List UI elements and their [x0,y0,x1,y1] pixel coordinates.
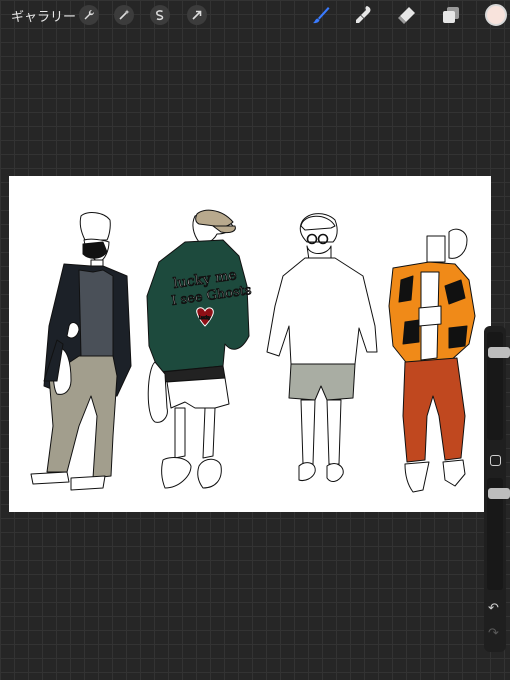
opacity-slider[interactable] [487,478,510,590]
eraser-button[interactable] [396,4,418,26]
selection-icon [156,10,164,21]
eraser-icon [398,7,415,24]
layers-button[interactable] [440,4,462,26]
opacity-thumb[interactable] [488,488,510,500]
transform-arrow-icon [192,10,202,20]
brush-size-slider[interactable] [487,332,510,440]
redo-icon[interactable]: ↷ [488,626,499,640]
figure-4 [388,228,476,493]
artwork-illustration: lucky me I see Ghosts Lucky [30,209,476,493]
wrench-icon [84,9,95,20]
gallery-button[interactable]: ギャラリー [11,6,76,25]
layers-icon [443,7,459,23]
brush-size-thumb[interactable] [488,346,510,358]
figure-3 [266,213,378,482]
brush-icon [313,7,330,24]
figure-2: lucky me I see Ghosts Lucky [146,209,253,489]
brush-button[interactable] [310,4,332,26]
undo-icon[interactable]: ↶ [488,601,499,615]
modify-square-icon[interactable] [490,455,501,466]
selection-button[interactable] [150,5,170,25]
smudge-button[interactable] [353,4,375,26]
figure-1 [30,212,132,491]
smudge-icon [356,6,371,23]
adjustments-button[interactable] [114,5,134,25]
magic-wand-icon [119,9,130,20]
actions-button[interactable] [79,5,99,25]
heart-patch-text: Lucky [199,315,211,320]
side-toolbar: ↶ ↷ [484,326,510,652]
drawing-canvas[interactable]: lucky me I see Ghosts Lucky [9,176,491,512]
color-picker-button[interactable] [485,4,507,26]
top-toolbar: ギャラリー [0,0,510,30]
transform-button[interactable] [187,5,207,25]
